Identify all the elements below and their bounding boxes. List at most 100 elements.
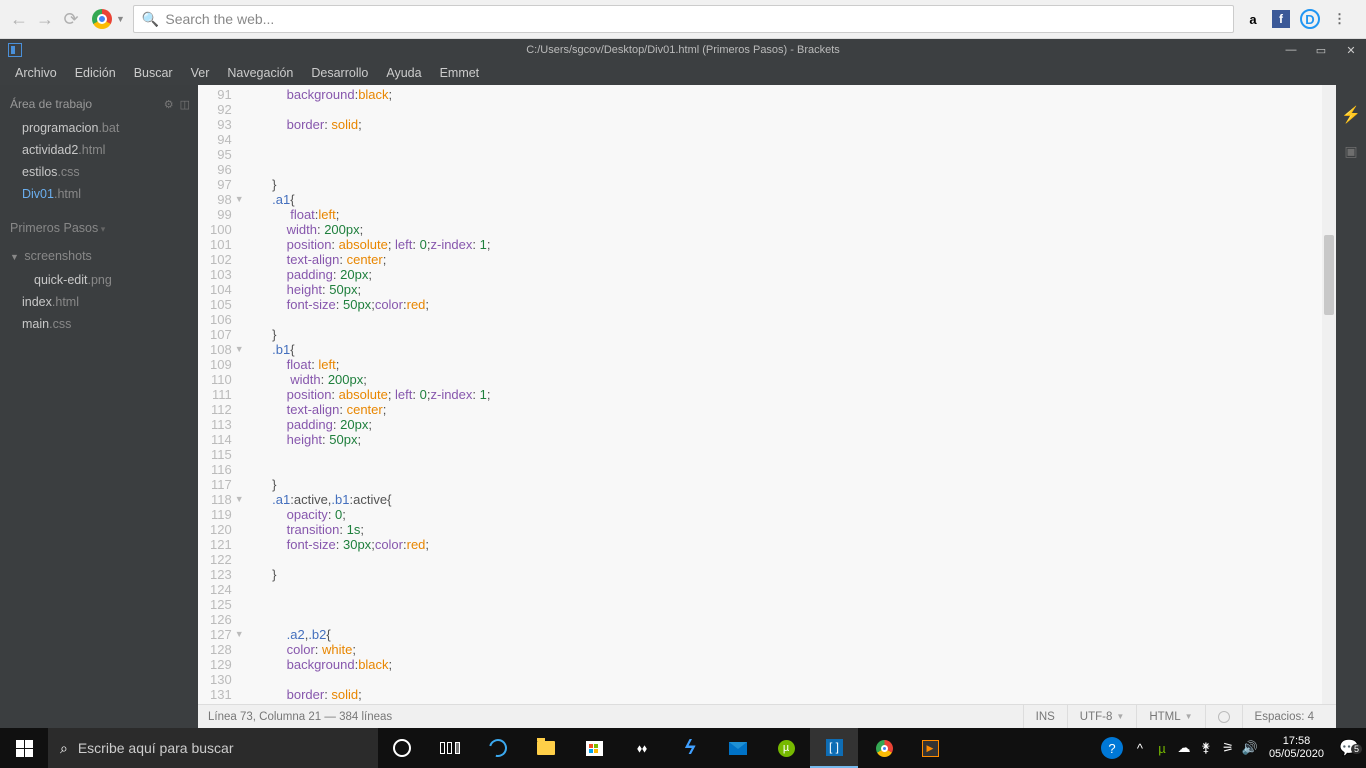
utorrent-tray-icon[interactable]: µ: [1151, 741, 1173, 756]
amazon-icon[interactable]: a: [1244, 10, 1262, 28]
back-icon[interactable]: ←: [8, 8, 30, 30]
edge-button[interactable]: [474, 728, 522, 768]
facebook-icon[interactable]: f: [1272, 10, 1290, 28]
menu-archivo[interactable]: Archivo: [6, 63, 66, 83]
volume-tray-icon[interactable]: 🔊: [1239, 740, 1261, 756]
omnibox[interactable]: 🔍 Search the web...: [133, 5, 1234, 33]
task-view-button[interactable]: [426, 728, 474, 768]
working-file[interactable]: actividad2.html: [0, 139, 198, 161]
brackets-app-icon: [8, 43, 22, 57]
video-app-button[interactable]: ▶: [906, 728, 954, 768]
project-dropdown[interactable]: Primeros Pasos: [0, 215, 198, 241]
working-file[interactable]: estilos.css: [0, 161, 198, 183]
insert-mode[interactable]: INS: [1023, 705, 1067, 729]
search-icon: 🔍: [142, 11, 159, 28]
code-content[interactable]: background:black; border: solid; } .a1{ …: [240, 85, 1336, 704]
menu-bar: ArchivoEdiciónBuscarVerNavegaciónDesarro…: [0, 61, 1366, 85]
utorrent-button[interactable]: µ: [762, 728, 810, 768]
extensions-area: a f D ⋮: [1234, 9, 1358, 29]
explorer-button[interactable]: [522, 728, 570, 768]
minimize-button[interactable]: —: [1276, 39, 1306, 61]
taskbar: ⌕Escribe aquí para buscar ⬪⬪ ϟ µ [ ] ▶ ?…: [0, 728, 1366, 768]
folder-item[interactable]: ▼ screenshots: [0, 243, 198, 269]
chrome-icon: [92, 9, 112, 29]
lightning-icon: ϟ: [685, 737, 696, 760]
chevron-down-icon: ▼: [10, 252, 19, 262]
omnibox-placeholder: Search the web...: [165, 11, 274, 27]
dropbox-icon: ⬪⬪: [637, 738, 647, 759]
vertical-scrollbar[interactable]: [1322, 85, 1336, 704]
help-icon[interactable]: ?: [1101, 737, 1123, 759]
menu-ayuda[interactable]: Ayuda: [377, 63, 430, 83]
lint-status[interactable]: [1205, 705, 1242, 729]
edge-icon: [486, 736, 511, 761]
extension-manager-icon[interactable]: ▣: [1344, 143, 1357, 160]
taskbar-search[interactable]: ⌕Escribe aquí para buscar: [48, 728, 378, 768]
brackets-icon: [ ]: [826, 739, 843, 756]
code-editor[interactable]: 9192939495969798▼99100101102103104105106…: [198, 85, 1336, 704]
menu-navegación[interactable]: Navegación: [218, 63, 302, 83]
menu-desarrollo[interactable]: Desarrollo: [302, 63, 377, 83]
mail-button[interactable]: [714, 728, 762, 768]
live-preview-icon[interactable]: ⚡: [1341, 105, 1361, 125]
notifications-button[interactable]: 💬5: [1332, 738, 1366, 758]
chrome-taskbar-button[interactable]: [858, 728, 906, 768]
store-button[interactable]: [570, 728, 618, 768]
disqus-icon[interactable]: D: [1300, 9, 1320, 29]
onedrive-tray-icon[interactable]: ☁: [1173, 740, 1195, 756]
language-selector[interactable]: HTML▼: [1136, 705, 1204, 729]
split-icon[interactable]: ◫: [180, 98, 190, 111]
folder-icon: [537, 741, 555, 755]
menu-ver[interactable]: Ver: [182, 63, 219, 83]
menu-edición[interactable]: Edición: [66, 63, 125, 83]
working-file[interactable]: Div01.html: [0, 183, 198, 205]
network-tray-icon[interactable]: ⚵: [1195, 740, 1217, 756]
scroll-thumb[interactable]: [1324, 235, 1334, 315]
right-toolbar: ⚡ ▣: [1336, 85, 1366, 728]
store-icon: [586, 741, 603, 756]
chrome-icon: [876, 740, 893, 757]
line-count: 384 líneas: [339, 711, 392, 723]
menu-buscar[interactable]: Buscar: [125, 63, 182, 83]
reload-icon[interactable]: ⟳: [60, 8, 82, 30]
title-text: C:/Users/sgcov/Desktop/Div01.html (Prime…: [526, 44, 840, 56]
cortana-icon: [393, 739, 411, 757]
wifi-tray-icon[interactable]: ⚞: [1217, 740, 1239, 756]
project-file[interactable]: quick-edit.png: [0, 269, 198, 291]
encoding-selector[interactable]: UTF-8▼: [1067, 705, 1137, 729]
mail-icon: [729, 742, 747, 755]
maximize-button[interactable]: ▭: [1306, 39, 1336, 61]
start-button[interactable]: [0, 728, 48, 768]
title-bar: C:/Users/sgcov/Desktop/Div01.html (Prime…: [0, 39, 1366, 61]
dropbox-button[interactable]: ⬪⬪: [618, 728, 666, 768]
editor-area: 9192939495969798▼99100101102103104105106…: [198, 85, 1336, 728]
gutter: 9192939495969798▼99100101102103104105106…: [198, 85, 240, 704]
app-button[interactable]: ϟ: [666, 728, 714, 768]
cursor-position[interactable]: Línea 73, Columna 21: [208, 711, 321, 723]
brackets-window: C:/Users/sgcov/Desktop/Div01.html (Prime…: [0, 39, 1366, 728]
play-icon: ▶: [922, 740, 939, 757]
system-tray: ? ^ µ ☁ ⚵ ⚞ 🔊 17:5805/05/2020 💬5: [1101, 728, 1366, 768]
project-file[interactable]: index.html: [0, 291, 198, 313]
task-view-icon: [440, 742, 460, 754]
menu-emmet[interactable]: Emmet: [431, 63, 489, 83]
menu-icon[interactable]: ⋮: [1330, 10, 1348, 28]
search-icon: ⌕: [60, 740, 68, 757]
brackets-taskbar-button[interactable]: [ ]: [810, 728, 858, 768]
cortana-button[interactable]: [378, 728, 426, 768]
circle-icon: [1218, 711, 1230, 723]
tray-chevron-icon[interactable]: ^: [1129, 741, 1151, 756]
utorrent-icon: µ: [778, 740, 795, 757]
gear-icon[interactable]: ⚙: [164, 98, 174, 111]
project-file[interactable]: main.css: [0, 313, 198, 335]
working-file[interactable]: programacion.bat: [0, 117, 198, 139]
browser-toolbar: ← → ⟳ ▼ 🔍 Search the web... a f D ⋮: [0, 0, 1366, 39]
forward-icon[interactable]: →: [34, 8, 56, 30]
indent-setting[interactable]: Espacios: 4: [1242, 705, 1326, 729]
engine-dropdown-icon[interactable]: ▼: [116, 14, 125, 24]
close-button[interactable]: ✕: [1336, 39, 1366, 61]
status-bar: Línea 73, Columna 21 — 384 líneas INS UT…: [198, 704, 1336, 728]
clock[interactable]: 17:5805/05/2020: [1261, 735, 1332, 761]
windows-icon: [16, 740, 33, 757]
working-files-header[interactable]: Área de trabajo ⚙◫: [0, 91, 198, 117]
